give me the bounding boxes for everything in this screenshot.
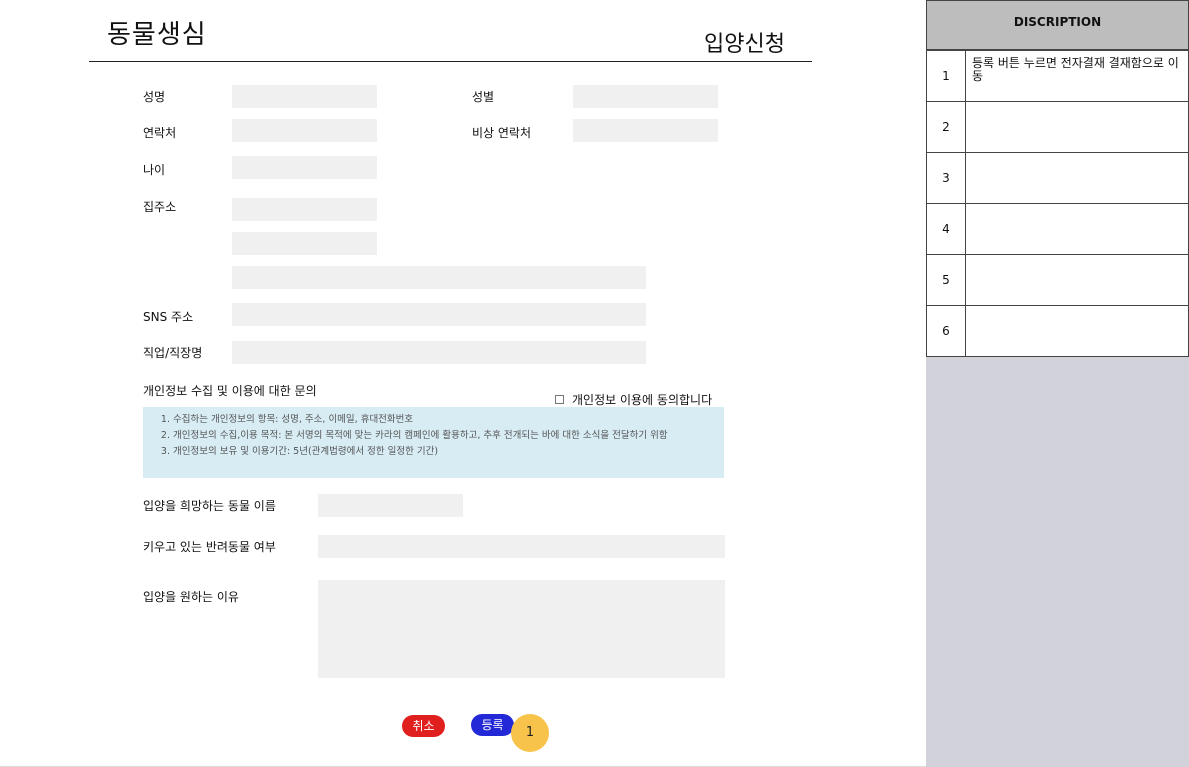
gender-input[interactable] [573, 85, 718, 108]
contact-input[interactable] [232, 119, 377, 142]
gender-label: 성별 [472, 90, 495, 104]
desired-animal-input[interactable] [318, 494, 463, 517]
address-zip-input[interactable] [232, 198, 377, 221]
app-logo[interactable]: 동물생심 [107, 14, 207, 51]
cancel-button[interactable]: 취소 [402, 715, 445, 737]
reason-textarea[interactable] [318, 580, 725, 678]
notice-item: 수집하는 개인정보의 항목: 성명, 주소, 이메일, 휴대전화번호 [173, 412, 714, 428]
description-row-number: 6 [927, 306, 966, 356]
description-title: DISCRIPTION [927, 1, 1188, 50]
description-row-text [966, 153, 1188, 203]
description-row-text [966, 255, 1188, 305]
description-row-number: 5 [927, 255, 966, 305]
emergency-contact-label: 비상 연락처 [472, 126, 532, 140]
address-line2-input[interactable] [232, 266, 646, 289]
notice-item: 개인정보의 수집,이용 목적: 본 서명의 목적에 맞는 카라의 캠페인에 활용… [173, 428, 714, 444]
description-table: DISCRIPTION 1 등록 버튼 누르면 전자결재 결재함으로 이동 2 … [926, 0, 1189, 357]
consent-title: 개인정보 수집 및 이용에 대한 문의 [143, 384, 317, 398]
submit-button[interactable]: 등록 [471, 714, 514, 736]
contact-label: 연락처 [143, 126, 177, 140]
description-row: 1 등록 버튼 누르면 전자결재 결재함으로 이동 [927, 50, 1188, 101]
job-label: 직업/직장명 [143, 346, 203, 360]
description-panel: DISCRIPTION 1 등록 버튼 누르면 전자결재 결재함으로 이동 2 … [926, 0, 1189, 767]
current-pet-label: 키우고 있는 반려동물 여부 [143, 540, 276, 554]
sns-input[interactable] [232, 303, 646, 326]
description-row-text [966, 306, 1188, 356]
page-title: 입양신청 [704, 32, 785, 57]
header-divider [89, 61, 812, 62]
name-input[interactable] [232, 85, 377, 108]
desired-animal-label: 입양을 희망하는 동물 이름 [143, 499, 276, 513]
description-row-text: 등록 버튼 누르면 전자결재 결재함으로 이동 [972, 56, 1179, 83]
description-row-text [966, 102, 1188, 152]
description-row-number: 2 [927, 102, 966, 152]
notice-item: 개인정보의 보유 및 이용기간: 5년(관계법령에서 정한 일정한 기간) [173, 444, 714, 460]
sns-label: SNS 주소 [143, 310, 194, 324]
description-row: 4 [927, 203, 1188, 254]
description-row: 3 [927, 152, 1188, 203]
description-row: 2 [927, 101, 1188, 152]
reason-label: 입양을 원하는 이유 [143, 590, 239, 604]
description-row-number: 3 [927, 153, 966, 203]
description-row-text [966, 204, 1188, 254]
description-row-number: 4 [927, 204, 966, 254]
consent-checkbox-label: 개인정보 이용에 동의합니다 [572, 393, 713, 407]
age-input[interactable] [232, 156, 377, 179]
consent-checkbox[interactable] [555, 395, 564, 404]
address-label: 집주소 [143, 200, 177, 214]
consent-checkbox-row[interactable]: 개인정보 이용에 동의합니다 [555, 391, 712, 408]
annotation-marker: 1 [511, 714, 549, 752]
job-input[interactable] [232, 341, 646, 364]
privacy-notice: 수집하는 개인정보의 항목: 성명, 주소, 이메일, 휴대전화번호 개인정보의… [143, 407, 724, 478]
description-row: 6 [927, 305, 1188, 356]
address-line1-input[interactable] [232, 232, 377, 255]
emergency-contact-input[interactable] [573, 119, 718, 142]
description-row-number: 1 [927, 51, 966, 101]
current-pet-input[interactable] [318, 535, 725, 558]
age-label: 나이 [143, 163, 166, 177]
name-label: 성명 [143, 90, 166, 104]
description-row: 5 [927, 254, 1188, 305]
